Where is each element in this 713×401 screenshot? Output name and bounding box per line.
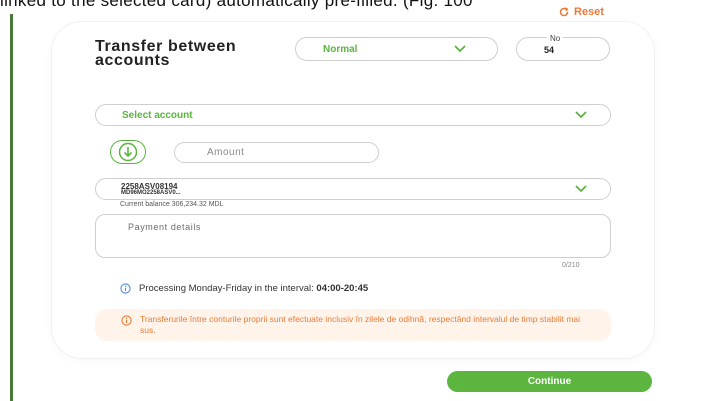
reset-icon xyxy=(559,7,569,17)
warning-info-icon xyxy=(121,315,132,326)
transfer-type-select[interactable]: Normal xyxy=(295,37,498,61)
character-counter: 0/210 xyxy=(562,262,580,269)
chevron-down-icon xyxy=(575,185,587,193)
document-caption-text: linked to the selected card) automatical… xyxy=(0,0,473,10)
warning-text: Transferurile între conturile proprii su… xyxy=(140,314,581,335)
transfer-type-value: Normal xyxy=(323,43,358,55)
arrow-down-circle-icon xyxy=(118,142,138,162)
document-number-label: No xyxy=(547,34,564,43)
amount-placeholder: Amount xyxy=(207,147,245,158)
document-number-field[interactable]: No 54 xyxy=(516,34,610,61)
left-margin-rule xyxy=(10,14,13,401)
document-number-value: 54 xyxy=(544,45,555,55)
source-account-select[interactable]: 2258ASV08194 MD96MO2258ASV0... xyxy=(95,178,611,200)
chevron-down-icon xyxy=(575,111,587,119)
page-title: Transfer between accounts xyxy=(95,38,237,69)
weekend-transfer-warning: Transferurile între conturile proprii su… xyxy=(95,309,611,341)
payment-details-placeholder: Payment details xyxy=(128,222,202,232)
destination-account-select[interactable]: Select account xyxy=(95,104,611,126)
continue-button[interactable]: Continue xyxy=(447,371,652,392)
reset-button[interactable]: Reset xyxy=(558,6,604,18)
reset-label: Reset xyxy=(574,6,604,18)
chevron-down-icon xyxy=(454,45,466,53)
processing-info: Processing Monday-Friday in the interval… xyxy=(120,283,368,294)
current-balance-text: Current balance 306,234.32 MDL xyxy=(120,201,224,208)
processing-info-hours: 04:00-20:45 xyxy=(316,283,369,294)
destination-account-placeholder: Select account xyxy=(122,109,193,121)
continue-label: Continue xyxy=(527,376,572,387)
swap-direction-button[interactable] xyxy=(110,140,146,164)
processing-info-text: Processing Monday-Friday in the interval… xyxy=(139,283,314,294)
source-account-iban: MD96MO2258ASV0... xyxy=(121,190,181,196)
info-icon xyxy=(120,283,131,294)
amount-input[interactable]: Amount xyxy=(174,142,379,163)
payment-details-textarea[interactable]: Payment details xyxy=(95,214,611,258)
